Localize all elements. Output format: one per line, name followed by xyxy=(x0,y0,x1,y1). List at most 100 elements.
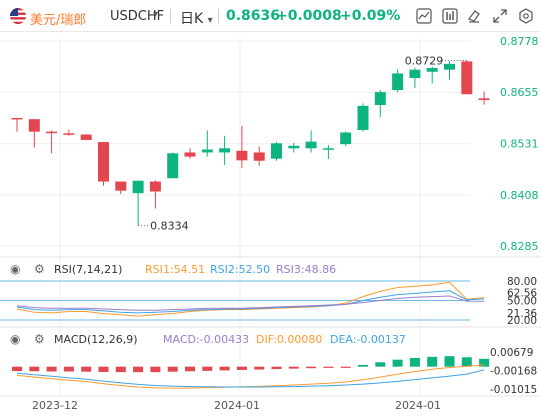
rsi-series-line xyxy=(16,295,485,311)
divider xyxy=(218,9,219,23)
rsi-series-line xyxy=(16,281,485,317)
macd-title: MACD(12,26,9) xyxy=(54,333,138,346)
candle xyxy=(80,134,92,140)
line-chart-icon[interactable] xyxy=(414,6,434,26)
macd-bar xyxy=(219,366,230,371)
macd-bar xyxy=(479,358,490,367)
candle xyxy=(374,92,386,106)
candle xyxy=(236,150,248,161)
last-price: 0.8636 xyxy=(226,8,281,24)
macd-series-line xyxy=(16,369,485,388)
rsi-series-line xyxy=(16,290,485,314)
macd-bar xyxy=(98,366,109,372)
rsi-tick-label: 21.36 xyxy=(507,308,537,320)
macd-bar xyxy=(167,366,178,372)
rsi-tick-label: 50.00 xyxy=(507,296,537,308)
x-tick-label: 2024-01 xyxy=(395,399,441,412)
macd-bar xyxy=(115,366,126,373)
rsi-title: RSI(7,14,21) xyxy=(54,263,123,276)
rsi-tick-label: 80.00 xyxy=(507,276,537,288)
candle xyxy=(461,61,473,95)
macd-bar xyxy=(409,357,420,367)
y-tick-label: 0.8285 xyxy=(500,240,539,253)
macd-bar xyxy=(236,366,247,370)
hide-indicator-icon[interactable]: ◉ xyxy=(10,262,20,276)
macd-bar xyxy=(427,356,438,367)
candle xyxy=(426,68,438,72)
rsi-tick-label: 62.56 xyxy=(507,287,537,299)
macd-bar xyxy=(202,366,213,371)
candle xyxy=(149,181,161,192)
indicator-icon[interactable] xyxy=(440,6,460,26)
settings-icon[interactable] xyxy=(516,6,536,26)
divider xyxy=(170,9,171,23)
candle xyxy=(253,152,265,161)
period-label: 日K xyxy=(180,11,204,27)
indicator-settings-icon[interactable]: ⚙ xyxy=(34,262,45,276)
y-tick-label: 0.8408 xyxy=(500,189,539,202)
macd-bar xyxy=(185,366,195,372)
dif-legend: DIF:0.00080 xyxy=(256,333,323,346)
candle xyxy=(46,131,58,134)
candle xyxy=(478,98,490,101)
macd-bar xyxy=(254,366,265,370)
candlestick-chart: 0.8729 0.8334 0.8778 0.8655 0.8531 0.8408 0.8… xyxy=(0,35,541,412)
chart-header: 美元/瑞郎 USDCHF ▾ 日K ▾ 0.8636 +0.0008 +0.09… xyxy=(0,0,541,32)
period-selector[interactable]: 日K ▾ xyxy=(180,8,213,28)
price-change-percent: +0.09% xyxy=(340,8,401,24)
y-tick-label: 0.8531 xyxy=(500,138,539,151)
candle xyxy=(63,133,75,135)
macd-bar xyxy=(392,359,403,367)
macd-bar xyxy=(375,362,386,367)
us-flag-icon xyxy=(10,8,26,24)
candle xyxy=(115,181,127,191)
macd-bar xyxy=(63,366,74,372)
candle xyxy=(11,117,23,120)
candle xyxy=(219,148,231,153)
x-tick-label: 2023-12 xyxy=(32,399,78,412)
candle xyxy=(201,149,213,153)
macd-legend: MACD:-0.00433 xyxy=(163,333,250,346)
indicator-settings-icon[interactable]: ⚙ xyxy=(34,332,45,346)
macd-series-line xyxy=(16,364,485,389)
macd-bar xyxy=(12,366,22,372)
candle xyxy=(132,180,144,194)
candle xyxy=(409,69,421,79)
macd-bar xyxy=(29,366,40,372)
pair-dropdown-icon[interactable]: ▾ xyxy=(153,9,158,20)
macd-bar xyxy=(340,366,351,368)
macd-bar xyxy=(288,366,299,369)
candle xyxy=(357,105,369,130)
rsi1-legend: RSI1:54.51 xyxy=(145,263,206,276)
hide-indicator-icon[interactable]: ◉ xyxy=(10,332,20,346)
candle xyxy=(322,148,334,150)
macd-tick-label: 0.00679 xyxy=(490,347,533,359)
candle xyxy=(184,152,196,157)
high-annotation: 0.8729 xyxy=(405,55,444,68)
candle xyxy=(392,73,404,91)
candle xyxy=(305,141,317,149)
y-tick-label: 0.8655 xyxy=(500,86,539,99)
pair-name-cn[interactable]: 美元/瑞郎 xyxy=(30,9,86,28)
y-tick-label: 0.8778 xyxy=(500,35,539,48)
macd-bar xyxy=(271,366,282,370)
period-dropdown-icon: ▾ xyxy=(207,15,213,26)
expand-icon[interactable] xyxy=(490,6,510,26)
dea-legend: DEA:-0.00137 xyxy=(330,333,406,346)
candle xyxy=(28,119,40,132)
rsi-tick-label: 20.00 xyxy=(507,315,537,327)
macd-tick-label: -0.00168 xyxy=(490,365,537,377)
candle xyxy=(98,142,109,182)
macd-bar xyxy=(444,356,455,367)
candle xyxy=(271,143,282,159)
candle xyxy=(444,63,455,70)
candle xyxy=(340,132,352,145)
x-tick-label: 2024-01 xyxy=(214,399,260,412)
low-annotation: 0.8334 xyxy=(150,220,189,233)
eraser-icon[interactable] xyxy=(464,6,484,26)
macd-bar xyxy=(323,366,334,368)
macd-bar xyxy=(81,366,92,372)
candle xyxy=(288,145,300,149)
candle xyxy=(167,153,179,179)
macd-bar xyxy=(46,366,57,372)
